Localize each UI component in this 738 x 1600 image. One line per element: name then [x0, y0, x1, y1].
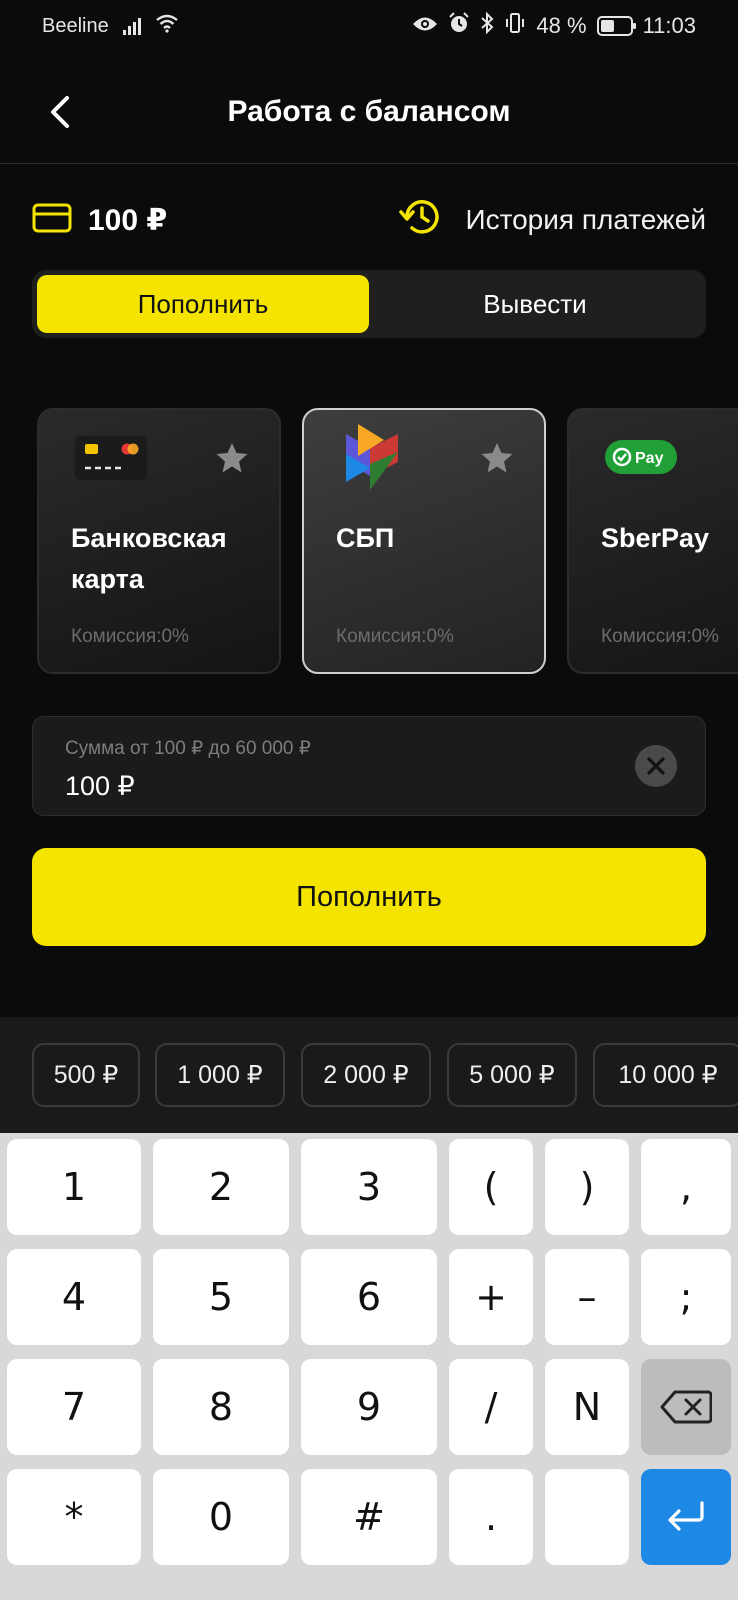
amount-input-value[interactable]: 100 ₽	[65, 771, 135, 802]
key-n[interactable]: N	[545, 1359, 629, 1455]
payment-methods-carousel: Банковская карта Комиссия:0% СБП Комисси…	[37, 408, 738, 676]
method-fee: Комиссия:0%	[336, 626, 454, 647]
close-icon	[647, 757, 665, 775]
clock-time: 11:03	[642, 13, 696, 38]
alarm-icon	[448, 12, 470, 40]
payment-history-link[interactable]: История платежей	[399, 197, 706, 244]
numeric-keyboard: 1 2 3 ( ) , 4 5 6 + – ; 7 8 9 / N * 0 # …	[0, 1133, 738, 1600]
payment-history-label: История платежей	[465, 204, 706, 235]
key-minus[interactable]: –	[545, 1249, 629, 1345]
key-comma[interactable]: ,	[641, 1139, 731, 1235]
tab-withdraw[interactable]: Вывести	[369, 275, 701, 333]
bluetooth-icon	[480, 11, 494, 40]
history-icon	[399, 197, 443, 244]
bank-card-icon	[75, 436, 147, 485]
key-3[interactable]: 3	[301, 1139, 437, 1235]
sberpay-logo-icon: Pay	[605, 440, 677, 479]
back-button[interactable]	[38, 86, 82, 138]
key-slash[interactable]: /	[449, 1359, 533, 1455]
status-bar: Beeline 48 % 11:03	[0, 0, 738, 52]
wallet-card-icon	[32, 203, 72, 238]
battery-percent: 48 %	[536, 13, 587, 38]
key-hash[interactable]: #	[301, 1469, 437, 1565]
sbp-logo-icon	[344, 424, 400, 497]
wifi-icon	[155, 13, 179, 39]
quick-amounts-bar: 500 ₽ 1 000 ₽ 2 000 ₽ 5 000 ₽ 10 000 ₽	[0, 1017, 738, 1133]
method-fee: Комиссия:0%	[601, 626, 719, 647]
key-1[interactable]: 1	[7, 1139, 141, 1235]
method-card-sbp[interactable]: СБП Комиссия:0%	[302, 408, 546, 674]
key-6[interactable]: 6	[301, 1249, 437, 1345]
key-close-paren[interactable]: )	[545, 1139, 629, 1235]
key-asterisk[interactable]: *	[7, 1469, 141, 1565]
tab-deposit[interactable]: Пополнить	[37, 275, 369, 333]
key-period[interactable]: .	[449, 1469, 533, 1565]
carrier-name: Beeline	[42, 14, 109, 37]
backspace-icon	[660, 1390, 712, 1424]
favorite-star-icon[interactable]	[215, 442, 249, 479]
enter-icon	[668, 1501, 704, 1531]
amount-input[interactable]: Сумма от 100 ₽ до 60 000 ₽ 100 ₽	[32, 716, 706, 816]
signal-icon	[122, 17, 141, 35]
quick-amount-chip[interactable]: 5 000 ₽	[447, 1043, 577, 1107]
key-2[interactable]: 2	[153, 1139, 289, 1235]
page-title: Работа с балансом	[227, 94, 511, 128]
clear-input-button[interactable]	[635, 745, 677, 787]
quick-amount-chip[interactable]: 500 ₽	[32, 1043, 140, 1107]
operation-tabs: Пополнить Вывести	[32, 270, 706, 338]
key-7[interactable]: 7	[7, 1359, 141, 1455]
key-0[interactable]: 0	[153, 1469, 289, 1565]
key-4[interactable]: 4	[7, 1249, 141, 1345]
key-8[interactable]: 8	[153, 1359, 289, 1455]
key-backspace[interactable]	[641, 1359, 731, 1455]
eye-icon	[412, 13, 438, 39]
quick-amount-chip[interactable]: 2 000 ₽	[301, 1043, 431, 1107]
method-name: Банковская карта	[71, 523, 227, 594]
battery-icon	[596, 16, 636, 36]
key-5[interactable]: 5	[153, 1249, 289, 1345]
method-name: SberPay	[601, 523, 710, 553]
method-name: СБП	[336, 523, 395, 553]
vibrate-icon	[504, 12, 526, 40]
amount-input-label: Сумма от 100 ₽ до 60 000 ₽	[65, 738, 311, 759]
quick-amount-chip[interactable]: 10 000 ₽	[593, 1043, 738, 1107]
balance-row: 100 ₽ История платежей	[32, 190, 706, 250]
key-enter[interactable]	[641, 1469, 731, 1565]
quick-amount-chip[interactable]: 1 000 ₽	[155, 1043, 285, 1107]
key-open-paren[interactable]: (	[449, 1139, 533, 1235]
top-app-bar: Работа с балансом	[0, 60, 738, 164]
key-semicolon[interactable]: ;	[641, 1249, 731, 1345]
method-fee: Комиссия:0%	[71, 626, 189, 647]
deposit-submit-button[interactable]: Пополнить	[32, 848, 706, 946]
key-plus[interactable]: +	[449, 1249, 533, 1345]
svg-text:Pay: Pay	[635, 450, 664, 467]
chevron-left-icon	[51, 96, 69, 128]
favorite-star-icon[interactable]	[480, 442, 514, 479]
balance-amount: 100 ₽	[88, 203, 168, 237]
method-card-sberpay[interactable]: Pay SberPay Комиссия:0%	[567, 408, 738, 674]
key-9[interactable]: 9	[301, 1359, 437, 1455]
key-space[interactable]	[545, 1469, 629, 1565]
method-card-bank-card[interactable]: Банковская карта Комиссия:0%	[37, 408, 281, 674]
